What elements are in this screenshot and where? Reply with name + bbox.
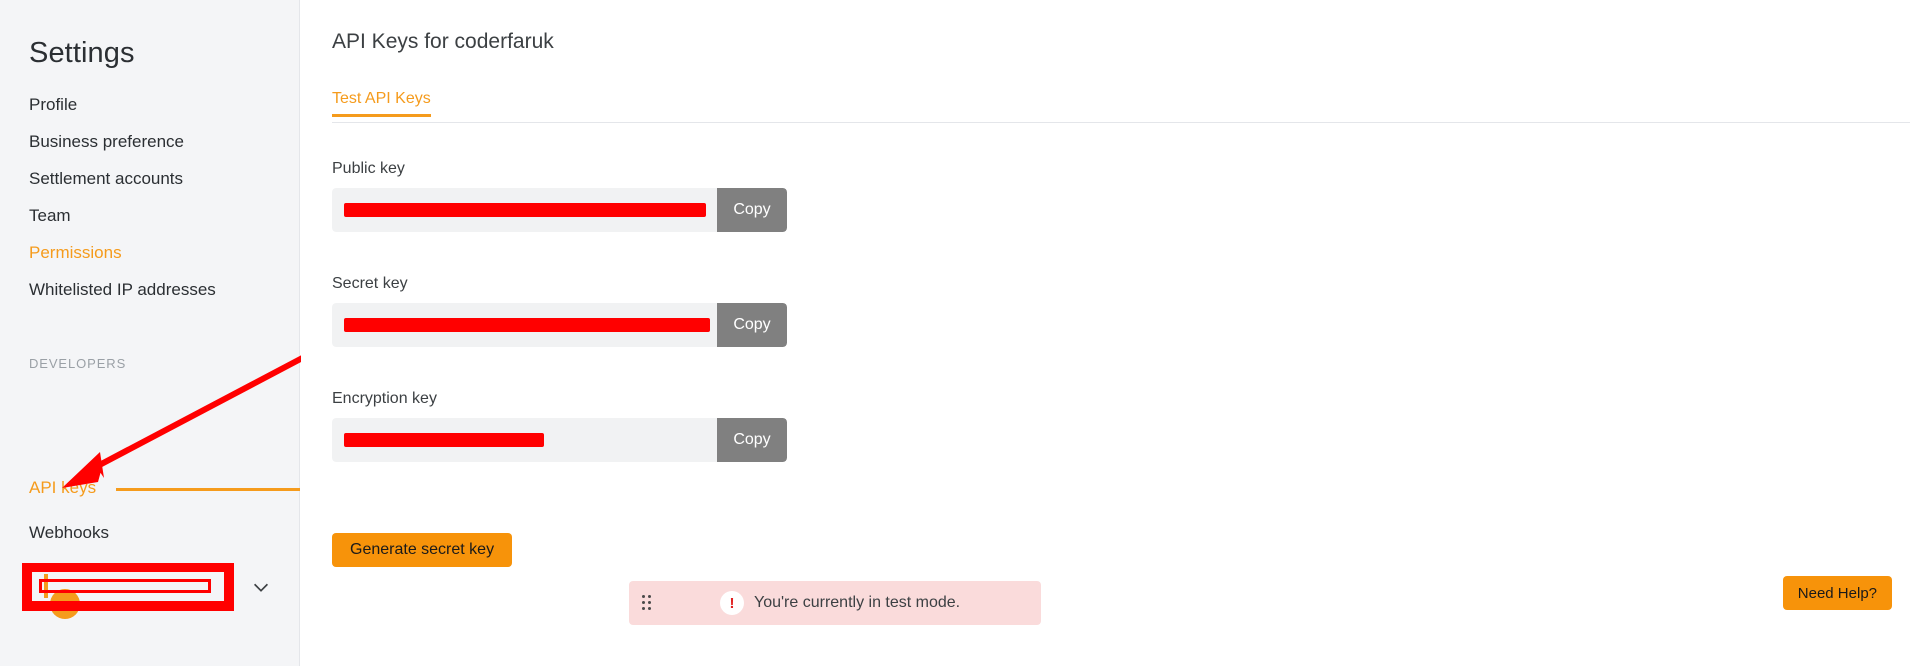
sidebar-item-webhooks[interactable]: Webhooks [29,523,109,543]
chevron-down-icon[interactable] [250,576,272,598]
sidebar-group-developers: DEVELOPERS [29,356,127,371]
field-public-key: Public key Copy [332,160,787,232]
secret-key-redaction [344,318,710,332]
encryption-key-redaction [344,433,544,447]
test-mode-text: You're currently in test mode. [754,594,961,611]
tab-bar-divider [332,122,1910,123]
secret-key-input[interactable] [332,303,717,347]
field-secret-key: Secret key Copy [332,275,787,347]
field-encryption-key: Encryption key Copy [332,390,787,462]
public-key-row: Copy [332,188,787,232]
account-redaction-bar [39,579,211,593]
tab-bar: Test API Keys [332,90,1910,123]
secret-key-row: Copy [332,303,787,347]
encryption-key-input[interactable] [332,418,717,462]
sidebar-account-switcher[interactable] [22,563,234,619]
api-keys-annotation-underline [116,488,300,491]
encryption-key-row: Copy [332,418,787,462]
secret-key-label: Secret key [332,275,408,292]
public-key-redaction [344,203,706,217]
sidebar-title: Settings [29,37,135,69]
settings-sidebar: Settings Profile Business preference Set… [0,0,310,666]
page-title: API Keys for coderfaruk [332,30,554,53]
copy-public-key-button[interactable]: Copy [717,188,787,232]
main-content: API Keys for coderfaruk Test API Keys Pu… [301,0,1910,666]
drag-handle-icon[interactable] [642,595,654,611]
sidebar-item-permissions[interactable]: Permissions [29,243,122,263]
sidebar-item-profile[interactable]: Profile [29,95,77,115]
copy-secret-key-button[interactable]: Copy [717,303,787,347]
tab-test-api-keys[interactable]: Test API Keys [332,90,431,117]
sidebar-item-business-preference[interactable]: Business preference [29,132,184,152]
test-mode-banner: ! You're currently in test mode. [629,581,1041,625]
sidebar-item-whitelisted-ip[interactable]: Whitelisted IP addresses [29,280,216,300]
sidebar-item-settlement-accounts[interactable]: Settlement accounts [29,169,183,189]
generate-secret-key-button[interactable]: Generate secret key [332,533,513,567]
sidebar-item-api-keys[interactable]: API keys [29,478,96,498]
sidebar-item-team[interactable]: Team [29,206,71,226]
alert-exclamation-icon: ! [720,591,744,615]
public-key-input[interactable] [332,188,717,232]
encryption-key-label: Encryption key [332,390,437,407]
public-key-label: Public key [332,160,405,177]
copy-encryption-key-button[interactable]: Copy [717,418,787,462]
need-help-button[interactable]: Need Help? [1782,576,1892,610]
